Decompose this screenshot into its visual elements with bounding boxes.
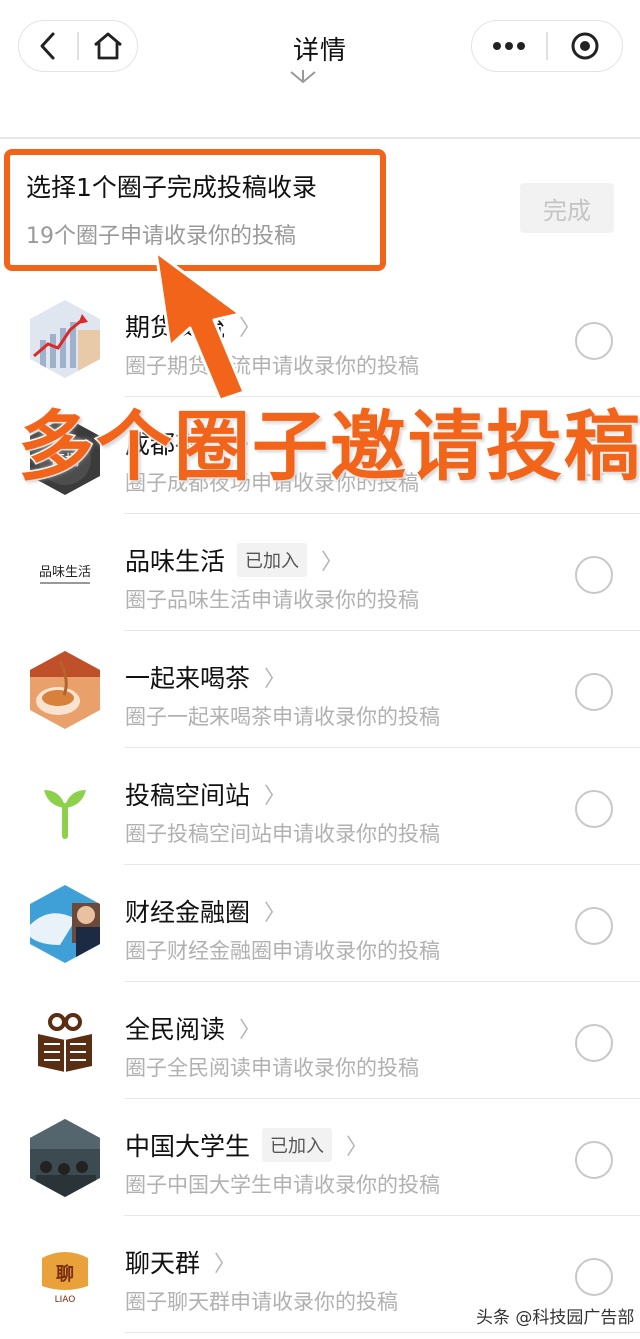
joined-badge: 已加入	[237, 543, 308, 577]
list-item[interactable]: 中国大学生 已加入〉 圈子中国大学生申请收录你的投稿	[0, 1099, 640, 1216]
tea-avatar	[30, 651, 100, 729]
circle-name: 投稿空间站〉	[125, 776, 286, 812]
list-item[interactable]: 财经金融圈〉 圈子财经金融圈申请收录你的投稿	[0, 865, 640, 982]
select-radio[interactable]	[575, 1024, 613, 1062]
svg-text:LIAO: LIAO	[55, 1295, 76, 1305]
circle-desc: 圈子全民阅读申请收录你的投稿	[125, 1056, 419, 1080]
more-dots-icon	[493, 42, 526, 50]
chevron-right-icon: 〉	[321, 550, 344, 575]
list-item[interactable]: 一起来喝茶〉 圈子一起来喝茶申请收录你的投稿	[0, 631, 640, 748]
annotation-banner: 多个圈子邀请投稿	[17, 401, 640, 493]
list-item[interactable]: 投稿空间站〉 圈子投稿空间站申请收录你的投稿	[0, 748, 640, 865]
circle-desc: 圈子中国大学生申请收录你的投稿	[125, 1173, 440, 1197]
joined-badge: 已加入	[262, 1128, 333, 1162]
chevron-right-icon: 〉	[346, 1135, 369, 1160]
chevron-right-icon: 〉	[264, 784, 287, 809]
scrolled-content-fragment	[280, 70, 370, 100]
chevron-right-icon: 〉	[264, 667, 287, 692]
circle-name: 财经金融圈〉	[125, 893, 286, 929]
annotation-arrow-icon	[154, 250, 246, 400]
select-radio[interactable]	[575, 556, 613, 594]
chevron-right-icon: 〉	[239, 1018, 262, 1043]
circle-name: 全民阅读〉	[125, 1010, 261, 1046]
select-radio[interactable]	[575, 907, 613, 945]
classroom-avatar	[30, 1119, 100, 1197]
svg-text:聊: 聊	[56, 1263, 74, 1285]
target-close-icon	[571, 32, 599, 60]
more-button[interactable]	[472, 21, 546, 71]
row-divider	[124, 1331, 640, 1333]
circle-desc: 圈子品味生活申请收录你的投稿	[125, 588, 419, 612]
select-radio[interactable]	[575, 322, 613, 360]
circle-name: 聊天群〉	[125, 1244, 236, 1280]
circle-desc: 圈子投稿空间站申请收录你的投稿	[125, 822, 440, 846]
watermark: 头条 @科技园广告部	[476, 1308, 635, 1328]
chevron-right-icon: 〉	[214, 1252, 237, 1277]
circle-desc: 圈子财经金融圈申请收录你的投稿	[125, 939, 440, 963]
circle-name: 中国大学生 已加入〉	[125, 1127, 368, 1163]
select-radio[interactable]	[575, 1258, 613, 1296]
select-radio[interactable]	[575, 790, 613, 828]
book-owl-avatar	[30, 1002, 100, 1080]
section-divider	[0, 137, 640, 139]
circle-desc: 圈子聊天群申请收录你的投稿	[125, 1290, 398, 1314]
select-radio[interactable]	[575, 673, 613, 711]
done-button[interactable]: 完成	[520, 183, 614, 233]
share-icon	[290, 70, 316, 84]
circle-name: 一起来喝茶〉	[125, 659, 286, 695]
list-item[interactable]: 品味生活 品味生活 已加入〉 圈子品味生活申请收录你的投稿	[0, 514, 640, 631]
nav-right-capsule	[471, 20, 623, 72]
close-button[interactable]	[548, 21, 622, 71]
pinwei-logo: 品味生活	[30, 534, 100, 612]
liao-logo: 聊 LIAO	[30, 1236, 100, 1314]
circle-desc: 圈子一起来喝茶申请收录你的投稿	[125, 705, 440, 729]
chart-avatar	[30, 300, 100, 378]
select-radio[interactable]	[575, 1141, 613, 1179]
chevron-right-icon: 〉	[264, 901, 287, 926]
sprout-avatar	[30, 768, 100, 846]
list-item[interactable]: 期货交流〉 圈子期货交流申请收录你的投稿	[0, 280, 640, 397]
list-item[interactable]: 全民阅读〉 圈子全民阅读申请收录你的投稿	[0, 982, 640, 1099]
svg-text:品味生活: 品味生活	[39, 565, 91, 580]
circle-name: 品味生活 已加入〉	[125, 542, 343, 578]
shark-avatar	[30, 885, 100, 963]
